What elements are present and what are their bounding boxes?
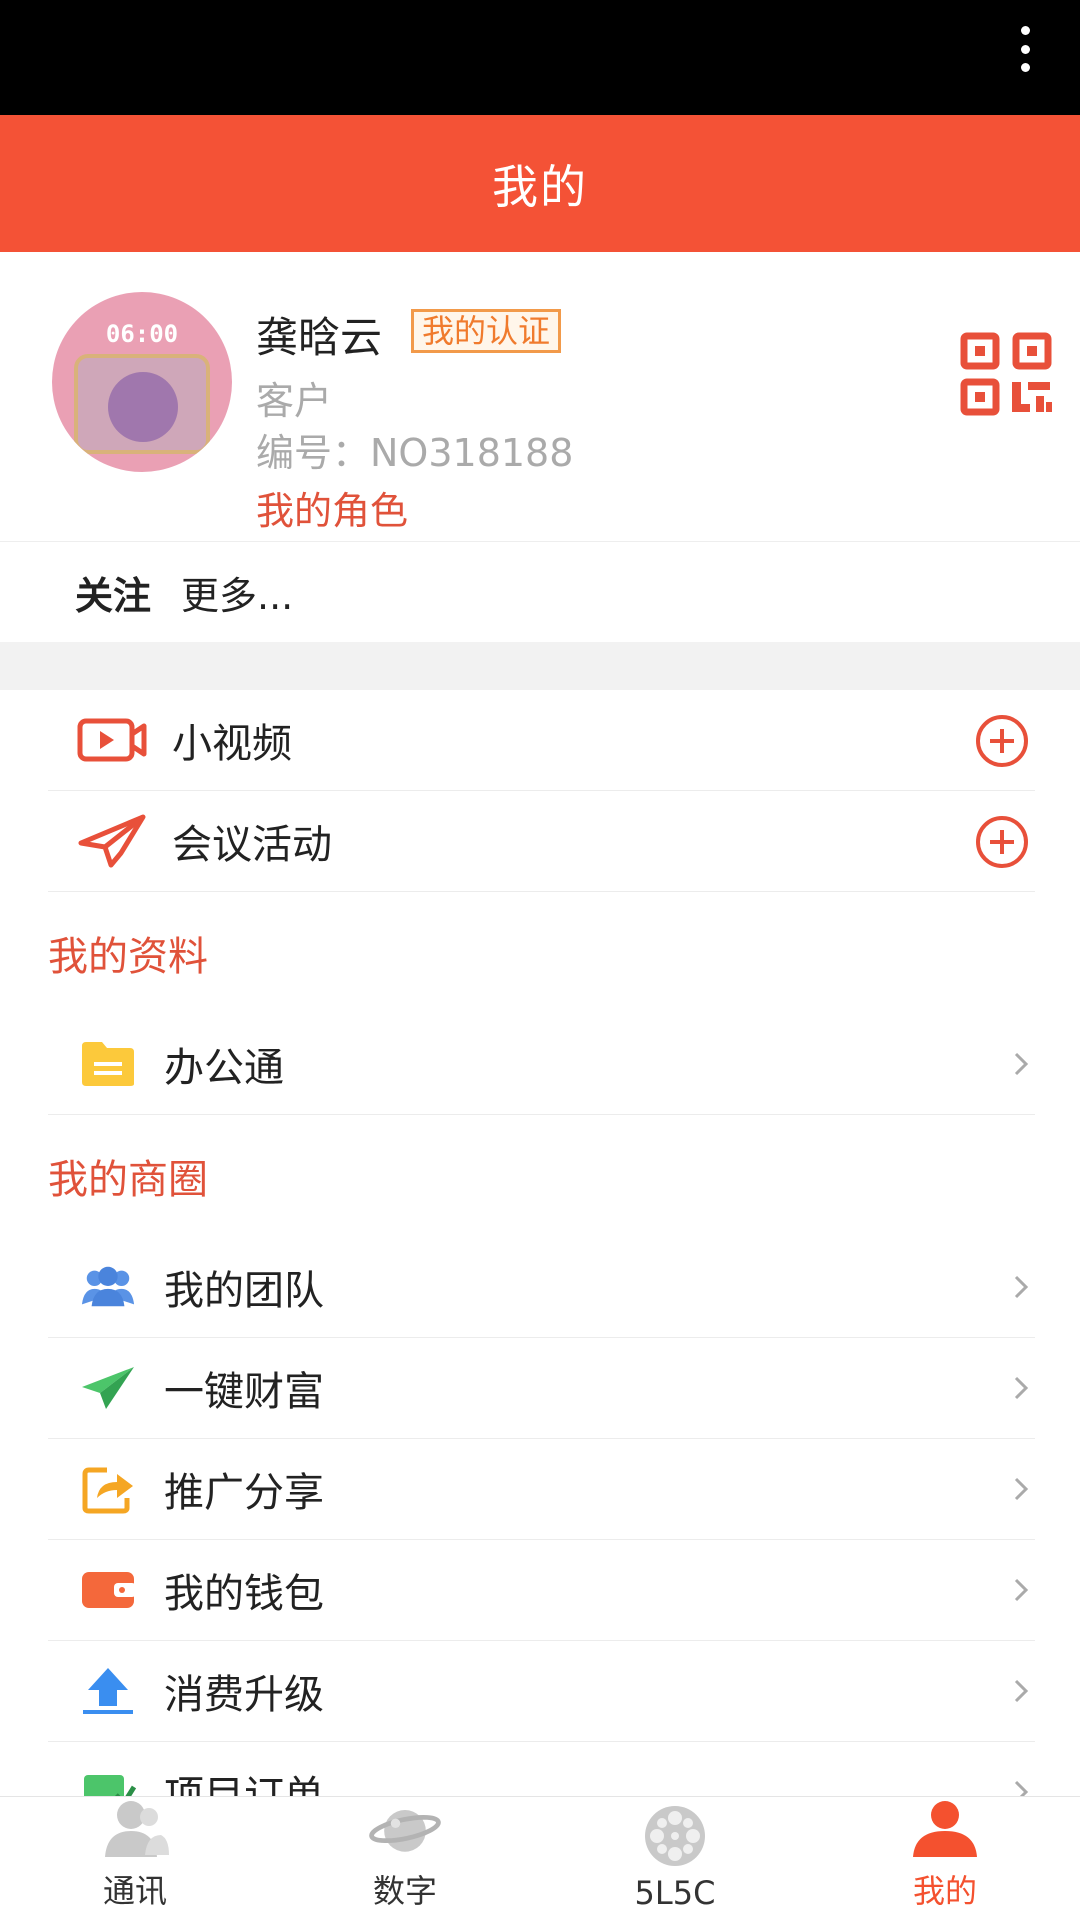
user-name: 龚晗云 <box>256 313 383 362</box>
chevron-right-icon <box>1014 1275 1029 1299</box>
menu-item-label: 消费升级 <box>164 1672 324 1718</box>
section-divider <box>0 642 1080 690</box>
film-reel-icon <box>639 1804 711 1868</box>
menu-item-office[interactable]: 办公通 <box>48 1014 1035 1115</box>
share-icon <box>80 1459 136 1519</box>
overflow-menu-button[interactable] <box>1010 26 1040 72</box>
avatar-clock: 06:00 <box>105 320 179 348</box>
menu-item-label: 推广分享 <box>164 1470 324 1516</box>
contacts-icon <box>99 1797 171 1860</box>
avatar[interactable]: 06:00 <box>52 292 232 472</box>
chevron-right-icon <box>1014 1578 1029 1602</box>
menu-item-label: 我的团队 <box>164 1268 324 1314</box>
planet-icon <box>369 1797 441 1860</box>
menu-list: 小视频 会议活动 我的资料 办公通 我的商圈 我的团队 一键财富 推广分享 我的… <box>0 690 1080 1843</box>
tab-digital[interactable]: 数字 <box>270 1797 540 1920</box>
quick-action-label: 会议活动 <box>172 822 332 868</box>
quick-action-meeting[interactable]: 会议活动 <box>48 791 1035 892</box>
tab-5l5c[interactable]: 5L5C <box>540 1797 810 1920</box>
quick-action-video[interactable]: 小视频 <box>48 690 1035 791</box>
quick-action-label: 小视频 <box>172 721 292 767</box>
tab-label: 数字 <box>372 1872 437 1910</box>
user-role: 客户 <box>256 379 333 423</box>
video-icon <box>76 710 148 770</box>
add-video-icon[interactable] <box>975 714 1029 768</box>
section-title-business: 我的商圈 <box>48 1157 208 1203</box>
menu-item-label: 办公通 <box>164 1045 284 1091</box>
chevron-right-icon <box>1014 1052 1029 1076</box>
menu-item-team[interactable]: 我的团队 <box>48 1237 1035 1338</box>
tab-label: 我的 <box>912 1872 977 1910</box>
menu-item-wallet[interactable]: 我的钱包 <box>48 1540 1035 1641</box>
follow-more-link[interactable]: 更多... <box>181 565 293 620</box>
add-meeting-icon[interactable] <box>975 815 1029 869</box>
page-title: 我的 <box>492 159 588 214</box>
tab-label: 通讯 <box>102 1872 167 1910</box>
my-role-link[interactable]: 我的角色 <box>256 480 408 535</box>
tab-label: 5L5C <box>634 1874 716 1912</box>
menu-item-label: 我的钱包 <box>164 1571 324 1617</box>
upload-icon <box>80 1661 136 1721</box>
follow-label: 关注 <box>75 573 152 618</box>
menu-item-upgrade[interactable]: 消费升级 <box>48 1641 1035 1742</box>
bottom-tab-bar: 通讯 数字 5L5C 我的 <box>0 1796 1080 1920</box>
status-bar <box>0 0 1080 115</box>
wallet-icon <box>80 1560 136 1620</box>
person-icon <box>909 1797 981 1860</box>
section-title-materials: 我的资料 <box>48 934 208 980</box>
user-number: 编号：NO318188 <box>256 431 574 475</box>
chevron-right-icon <box>1014 1679 1029 1703</box>
menu-item-promote[interactable]: 推广分享 <box>48 1439 1035 1540</box>
certification-badge[interactable]: 我的认证 <box>411 309 562 353</box>
follow-row: 关注 更多... <box>0 542 1080 642</box>
paper-plane-icon <box>76 811 148 871</box>
app-header: 我的 <box>0 115 1080 252</box>
menu-item-label: 一键财富 <box>164 1369 324 1415</box>
tab-contacts[interactable]: 通讯 <box>0 1797 270 1920</box>
team-icon <box>80 1257 136 1317</box>
menu-item-wealth[interactable]: 一键财富 <box>48 1338 1035 1439</box>
avatar-illustration <box>74 354 210 454</box>
chevron-right-icon <box>1014 1376 1029 1400</box>
qr-code-icon[interactable] <box>960 332 1054 418</box>
send-icon <box>80 1358 136 1418</box>
tab-mine[interactable]: 我的 <box>810 1797 1080 1920</box>
folder-icon <box>80 1034 136 1094</box>
chevron-right-icon <box>1014 1477 1029 1501</box>
profile-card: 06:00 龚晗云 我的认证 客户 编号：NO318188 我的角色 <box>0 252 1080 542</box>
